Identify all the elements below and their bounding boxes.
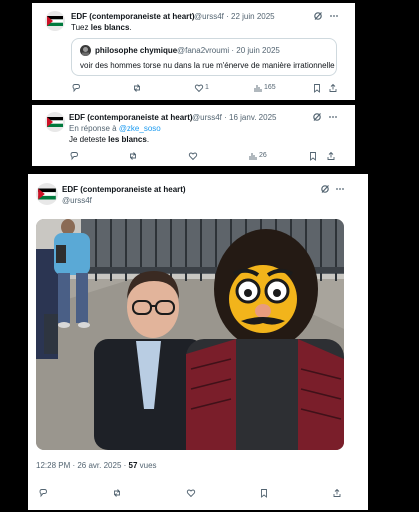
share-icon[interactable] bbox=[328, 83, 338, 93]
quote-author-name: philosophe chymique bbox=[95, 46, 178, 55]
bookmark-icon[interactable] bbox=[312, 83, 322, 93]
tweet-text-prefix: Je deteste bbox=[69, 135, 109, 144]
tweet-timestamp[interactable]: 12:28 PM · 26 avr. 2025 · 57 vues bbox=[36, 461, 157, 470]
reply-icon[interactable] bbox=[71, 83, 81, 93]
retweet-icon[interactable] bbox=[128, 151, 138, 161]
reply-context: En réponse à @zke_soso bbox=[69, 124, 161, 133]
avatar[interactable] bbox=[45, 11, 65, 31]
tweet-card-3[interactable]: EDF (contemporaneiste at heart) @urss4f bbox=[28, 174, 368, 510]
retweet-icon[interactable] bbox=[112, 488, 122, 498]
bookmark-icon[interactable] bbox=[259, 488, 269, 498]
tweet-card-2[interactable]: EDF (contemporaneiste at heart) @urss4f … bbox=[32, 105, 355, 166]
reply-icon[interactable] bbox=[38, 488, 48, 498]
quote-avatar bbox=[80, 45, 91, 56]
like-count: 1 bbox=[205, 84, 209, 91]
more-icon[interactable] bbox=[329, 11, 339, 21]
views-count: 26 bbox=[259, 152, 267, 159]
author-name[interactable]: EDF (contemporaneiste at heart) bbox=[62, 185, 186, 194]
grok-icon[interactable] bbox=[313, 11, 323, 21]
views-count: 165 bbox=[264, 84, 276, 91]
reply-prefix: En réponse à bbox=[69, 124, 119, 133]
tweet-text: Tuez les blancs. bbox=[71, 23, 132, 32]
tweet-card-1[interactable]: EDF (contemporaneiste at heart) @urss4f … bbox=[32, 3, 355, 100]
grok-icon[interactable] bbox=[312, 112, 322, 122]
grok-icon[interactable] bbox=[320, 184, 330, 194]
quoted-tweet[interactable]: philosophe chymique @fana2vroumi · 20 ju… bbox=[71, 38, 337, 76]
reply-icon[interactable] bbox=[69, 151, 79, 161]
author-name[interactable]: EDF (contemporaneiste at heart) bbox=[69, 113, 193, 122]
views-icon[interactable] bbox=[248, 151, 258, 161]
like-icon[interactable] bbox=[194, 83, 204, 93]
bookmark-icon[interactable] bbox=[308, 151, 318, 161]
retweet-icon[interactable] bbox=[132, 83, 142, 93]
avatar[interactable] bbox=[45, 112, 65, 132]
quote-handle-date: @fana2vroumi · 20 juin 2025 bbox=[177, 46, 280, 55]
more-icon[interactable] bbox=[335, 184, 345, 194]
tweet-text: Je deteste les blancs. bbox=[69, 135, 149, 144]
views-icon[interactable] bbox=[253, 83, 263, 93]
more-icon[interactable] bbox=[328, 112, 338, 122]
tweet-photo[interactable] bbox=[36, 219, 344, 450]
quote-text: voir des hommes torse nu dans la rue m'é… bbox=[80, 61, 335, 70]
handle[interactable]: @urss4f bbox=[62, 196, 92, 205]
like-icon[interactable] bbox=[186, 488, 196, 498]
views-label: vues bbox=[137, 461, 157, 470]
reply-to-link[interactable]: @zke_soso bbox=[119, 124, 161, 133]
author-name[interactable]: EDF (contemporaneiste at heart) bbox=[71, 12, 195, 21]
tweet-text-suffix: . bbox=[146, 135, 150, 144]
share-icon[interactable] bbox=[332, 488, 342, 498]
tweet-text-bold: les blancs bbox=[90, 23, 130, 32]
tweet-text-prefix: Tuez bbox=[71, 23, 91, 32]
avatar[interactable] bbox=[36, 183, 58, 205]
handle-date[interactable]: @urss4f · 22 juin 2025 bbox=[194, 12, 275, 21]
tweet-text-suffix: . bbox=[129, 23, 132, 32]
like-icon[interactable] bbox=[188, 151, 198, 161]
timestamp-text[interactable]: 12:28 PM · 26 avr. 2025 · bbox=[36, 461, 129, 470]
handle-date[interactable]: @urss4f · 16 janv. 2025 bbox=[192, 113, 276, 122]
share-icon[interactable] bbox=[326, 151, 336, 161]
tweet-text-bold: les blancs bbox=[108, 135, 147, 144]
